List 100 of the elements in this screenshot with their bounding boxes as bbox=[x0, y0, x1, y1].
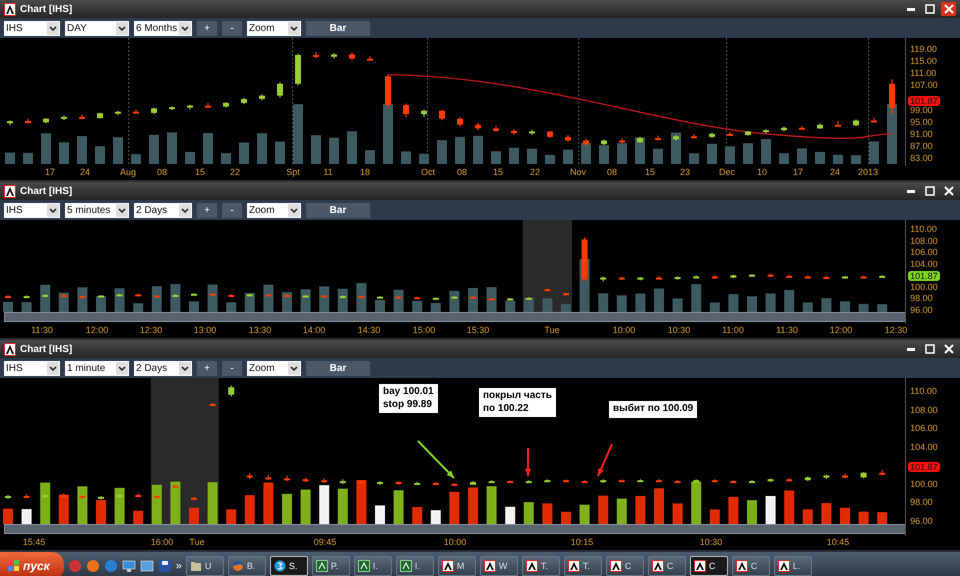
interval-dropdown[interactable]: 5 minutes bbox=[65, 202, 129, 218]
bar-style-button[interactable]: Bar bbox=[306, 360, 370, 376]
time-axis-label: Spt bbox=[286, 167, 300, 177]
time-axis-label: 15:30 bbox=[466, 325, 490, 335]
taskbar-button[interactable]: U bbox=[186, 556, 224, 576]
annotation-note: bay 100.01 stop 99.89 bbox=[378, 383, 439, 414]
taskbar-button[interactable]: T. bbox=[522, 556, 560, 576]
time-axis-label: 12:00 bbox=[86, 325, 108, 335]
more-chevron[interactable]: » bbox=[176, 560, 182, 572]
time-axis-label: 18 bbox=[360, 167, 370, 177]
time-axis-label: 22 bbox=[230, 167, 240, 177]
symbol-dropdown[interactable]: IHS bbox=[4, 20, 60, 36]
time-axis-label: 15:00 bbox=[412, 325, 436, 335]
zoom-out-button[interactable]: - bbox=[222, 20, 242, 36]
taskbar-button[interactable]: C bbox=[648, 556, 686, 576]
taskbar-button[interactable]: T. bbox=[564, 556, 602, 576]
mode-dropdown[interactable]: Zoom bbox=[247, 202, 301, 218]
taskbar-button[interactable]: I. bbox=[354, 556, 392, 576]
time-axis-label: 10:15 bbox=[570, 537, 594, 547]
time-axis-label: 15:45 bbox=[22, 537, 46, 547]
taskbar-button[interactable]: P. bbox=[312, 556, 350, 576]
bar-style-button[interactable]: Bar bbox=[306, 20, 370, 36]
time-axis-label: 16:00 bbox=[150, 537, 174, 547]
symbol-dropdown[interactable]: IHS bbox=[4, 360, 60, 376]
window-title: Chart [IHS] bbox=[20, 186, 74, 196]
last-price-badge: 101.87 bbox=[908, 462, 940, 472]
price-axis-label: 91.00 bbox=[910, 128, 933, 139]
interval-dropdown[interactable]: 1 minute bbox=[65, 360, 129, 376]
taskbar-button[interactable]: S. bbox=[270, 556, 308, 576]
symbol-dropdown[interactable]: IHS bbox=[4, 202, 60, 218]
taskbar-button[interactable]: C bbox=[606, 556, 644, 576]
interval-dropdown[interactable]: DAY bbox=[65, 20, 129, 36]
range-dropdown[interactable]: 2 Days bbox=[134, 360, 192, 376]
zoom-out-button[interactable]: - bbox=[222, 202, 242, 218]
range-dropdown[interactable]: 2 Days bbox=[134, 202, 192, 218]
taskbar-button[interactable]: B. bbox=[228, 556, 266, 576]
price-axis-label: 99.00 bbox=[910, 104, 933, 115]
time-axis-label: 24 bbox=[80, 167, 90, 177]
annotation-note: покрыл часть по 100.22 bbox=[478, 387, 557, 418]
time-axis-label: 08 bbox=[157, 167, 167, 177]
time-axis-label: 17 bbox=[793, 167, 803, 177]
taskbar-button[interactable]: C bbox=[732, 556, 770, 576]
price-axis-label: 110.00 bbox=[910, 386, 937, 396]
zoom-in-button[interactable]: + bbox=[197, 202, 217, 218]
price-axis-label: 110.00 bbox=[910, 224, 937, 234]
time-axis-label: Tue bbox=[189, 537, 205, 547]
time-axis-label: 11 bbox=[323, 167, 333, 177]
price-axis-label: 96.00 bbox=[910, 305, 933, 315]
price-axis-label: 106.00 bbox=[910, 423, 938, 434]
price-axis-label: 104.00 bbox=[910, 442, 938, 452]
window-title: Chart [IHS] bbox=[20, 344, 74, 354]
time-axis-label: 11:30 bbox=[31, 325, 53, 335]
price-axis-label: 115.00 bbox=[910, 56, 937, 66]
zoom-out-button[interactable]: - bbox=[222, 360, 242, 376]
time-axis-label: 08 bbox=[607, 167, 617, 177]
zoom-in-button[interactable]: + bbox=[197, 20, 217, 36]
price-axis-label: 100.00 bbox=[910, 282, 938, 292]
taskbar-button[interactable]: W bbox=[480, 556, 518, 576]
time-axis-label: 08 bbox=[457, 167, 467, 177]
time-axis-label: 15 bbox=[195, 167, 205, 177]
time-axis-label: 22 bbox=[530, 167, 540, 177]
time-axis-label: 13:00 bbox=[194, 325, 216, 335]
taskbar-button[interactable]: I. bbox=[396, 556, 434, 576]
taskbar-button[interactable]: C bbox=[690, 556, 728, 576]
time-axis-label: 14:30 bbox=[358, 325, 380, 335]
price-axis-label: 100.00 bbox=[910, 478, 938, 489]
price-axis-label: 96.00 bbox=[910, 516, 933, 526]
last-price-badge: 101.87 bbox=[908, 96, 940, 106]
price-axis-label: 83.00 bbox=[910, 153, 933, 164]
time-axis-label: 14:00 bbox=[302, 325, 326, 335]
time-axis-label: Dec bbox=[719, 167, 735, 177]
time-axis-label: 10 bbox=[757, 167, 767, 177]
time-axis-label: 17 bbox=[45, 167, 55, 177]
price-axis-label: 108.00 bbox=[910, 236, 938, 246]
time-axis-label: 10:30 bbox=[668, 325, 690, 335]
zoom-in-button[interactable]: + bbox=[197, 360, 217, 376]
annotation-note: выбит по 100.09 bbox=[608, 400, 698, 418]
time-axis-label: 12:30 bbox=[884, 325, 908, 335]
time-axis-label: 2013 bbox=[858, 167, 878, 177]
price-axis-label: 119.00 bbox=[910, 44, 937, 54]
bar-style-button[interactable]: Bar bbox=[306, 202, 370, 218]
taskbar-button[interactable]: L. bbox=[774, 556, 812, 576]
window-title: Chart [IHS] bbox=[20, 4, 74, 14]
time-axis-label: 23 bbox=[680, 167, 690, 177]
price-axis-label: 107.00 bbox=[910, 80, 938, 90]
last-price-badge: 101.87 bbox=[908, 271, 940, 282]
time-axis-label: 11:00 bbox=[722, 325, 744, 335]
time-axis-label: 10:45 bbox=[826, 537, 850, 547]
time-axis-label: 09:45 bbox=[314, 537, 336, 547]
range-dropdown[interactable]: 6 Months bbox=[134, 20, 192, 36]
time-axis-label: 24 bbox=[830, 167, 840, 177]
time-axis-label: 12:00 bbox=[830, 325, 852, 335]
mode-dropdown[interactable]: Zoom bbox=[247, 20, 301, 36]
time-axis-label: 12:30 bbox=[140, 325, 162, 335]
time-axis-label: Aug bbox=[120, 167, 136, 177]
start-button[interactable]: пуск bbox=[0, 552, 64, 576]
time-axis-label: Nov bbox=[570, 167, 586, 177]
time-axis-label: 11:30 bbox=[776, 325, 798, 335]
mode-dropdown[interactable]: Zoom bbox=[247, 360, 301, 376]
taskbar-button[interactable]: M bbox=[438, 556, 476, 576]
